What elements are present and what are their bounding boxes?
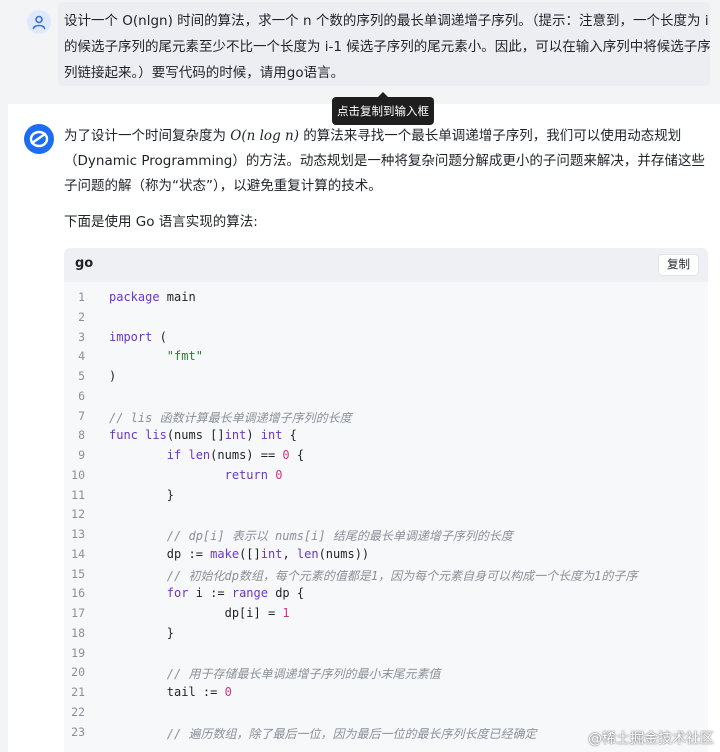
code-line: 9 if len(nums) == 0 { xyxy=(64,446,708,466)
code-header: go 复制 xyxy=(64,248,708,282)
line-number: 1 xyxy=(78,290,85,304)
code-line: 6 xyxy=(64,387,708,407)
user-question-text: 设计一个 O(nlgn) 时间的算法，求一个 n 个数的序列的最长单调递增子序列… xyxy=(64,13,711,81)
line-number: 9 xyxy=(78,448,85,462)
code-text: // lis 函数计算最长单调递增子序列的长度 xyxy=(109,410,352,425)
line-number: 5 xyxy=(78,369,85,383)
line-number: 22 xyxy=(71,704,85,719)
line-number: 19 xyxy=(71,645,85,660)
copy-to-input-tooltip: 点击复制到输入框 xyxy=(332,92,434,125)
code-text: if len(nums) == 0 { xyxy=(166,448,305,462)
code-line: 16 for i := range dp { xyxy=(64,584,708,604)
line-number: 12 xyxy=(71,507,85,522)
line-number: 23 xyxy=(71,724,85,739)
line-number: 14 xyxy=(71,546,85,561)
code-line: 22 xyxy=(64,703,708,723)
code-line: 7 // lis 函数计算最长单调递增子序列的长度 xyxy=(64,407,708,427)
code-line: 12 xyxy=(64,505,708,525)
code-line: 17 dp[i] = 1 xyxy=(64,604,708,624)
code-text: return 0 xyxy=(224,467,283,482)
code-line: 18 } xyxy=(64,624,708,644)
line-number: 17 xyxy=(71,606,85,620)
code-text: } xyxy=(109,625,175,640)
code-line: 1 package main xyxy=(64,288,708,308)
code-text: dp[i] = 1 xyxy=(109,606,290,620)
code-text: // 用于存储最长单调递增子序列的最小末尾元素值 xyxy=(166,667,441,682)
code-line: 21 tail := 0 xyxy=(64,683,708,703)
code-lines: 1 package main 2 3 import (4 "fmt" 5) 6 7// lis… xyxy=(64,288,708,742)
code-line: 15 // 初始化dp数组，每个元素的值都是1，因为每个元素自身可以构成一个长度… xyxy=(64,565,708,585)
code-line: 13 // dp[i] 表示以 nums[i] 结尾的最长单调递增子序列的长度 xyxy=(64,525,708,545)
code-line: 8 func lis(nums []int) int { xyxy=(64,426,708,446)
bot-avatar xyxy=(24,124,54,154)
code-line: 14 dp := make([]int, len(nums)) xyxy=(64,545,708,565)
watermark-text: @稀土掘金技术社区 xyxy=(588,731,714,747)
line-number: 4 xyxy=(78,349,85,364)
go-intro-text: 下面是使用 Go 语言实现的算法: xyxy=(64,214,258,230)
code-block: go 复制 1 package main 2 3 import (4 "fmt" 5) 6 7… xyxy=(64,248,708,752)
code-line: 19 xyxy=(64,644,708,664)
code-text: // dp[i] 表示以 nums[i] 结尾的最长单调递增子序列的长度 xyxy=(166,529,513,543)
line-number: 13 xyxy=(71,527,85,541)
line-number: 7 xyxy=(78,408,85,423)
bot-logo-icon xyxy=(29,130,49,148)
code-text: ) xyxy=(109,369,117,383)
line-number: 11 xyxy=(71,487,85,502)
line-number: 20 xyxy=(71,665,85,680)
code-text: package main xyxy=(109,290,196,304)
line-number: 15 xyxy=(71,566,85,581)
code-line: 3 import ( xyxy=(64,328,708,348)
copy-code-button[interactable]: 复制 xyxy=(658,254,699,276)
code-line: 11 } xyxy=(64,486,708,506)
code-language-label: go xyxy=(75,256,94,271)
code-line: 5) xyxy=(64,367,708,387)
answer-intro-paragraph: 为了设计一个时间复杂度为 O(n log n) 的算法来寻找一个最长单调递增子序… xyxy=(64,124,714,199)
line-number: 21 xyxy=(71,685,85,699)
code-text: tail := 0 xyxy=(109,685,232,699)
user-icon xyxy=(32,15,46,30)
code-text: // 遍历数组，除了最后一位，因为最后一位的最长序列长度已经确定 xyxy=(166,726,537,741)
watermark: @稀土掘金技术社区 xyxy=(588,728,714,748)
complexity-formula: O(n log n) xyxy=(230,128,299,144)
line-number: 2 xyxy=(78,309,85,324)
code-line: 4 "fmt" xyxy=(64,347,708,367)
line-number: 8 xyxy=(78,428,85,443)
user-avatar xyxy=(27,10,51,34)
code-text: dp := make([]int, len(nums)) xyxy=(109,546,370,561)
line-number: 18 xyxy=(71,625,85,640)
code-text: for i := range dp { xyxy=(166,586,305,601)
line-number: 6 xyxy=(78,388,85,403)
code-line: 10 return 0 xyxy=(64,466,708,486)
code-line: 2 xyxy=(64,308,708,328)
intro-text-pre: 为了设计一个时间复杂度为 xyxy=(64,128,231,144)
line-number: 16 xyxy=(71,586,85,601)
code-text: import ( xyxy=(109,329,167,344)
line-number: 3 xyxy=(78,329,85,344)
code-text: "fmt" xyxy=(166,349,203,364)
code-line: 20 // 用于存储最长单调递增子序列的最小末尾元素值 xyxy=(64,663,708,683)
code-text: // 初始化dp数组，每个元素的值都是1，因为每个元素自身可以构成一个长度为1的… xyxy=(166,568,638,583)
code-text: } xyxy=(109,487,175,502)
code-text: func lis(nums []int) int { xyxy=(109,428,297,443)
line-number: 10 xyxy=(71,467,85,482)
